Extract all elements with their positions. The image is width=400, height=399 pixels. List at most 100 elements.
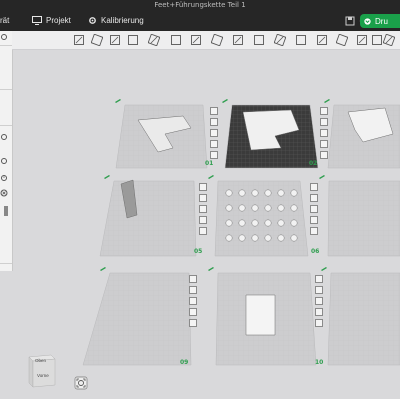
- plate-controls: [199, 183, 208, 238]
- orient-icon[interactable]: [320, 129, 328, 137]
- plate-edit-icon[interactable]: [222, 99, 228, 103]
- add-object-icon[interactable]: [73, 34, 85, 46]
- close-icon[interactable]: [199, 183, 207, 191]
- close-icon[interactable]: [320, 107, 328, 115]
- tab-projekt[interactable]: Projekt: [32, 16, 71, 25]
- layers-icon[interactable]: [127, 34, 139, 46]
- plate-edit-icon[interactable]: [208, 175, 214, 179]
- model-small-part[interactable]: [277, 204, 285, 212]
- model-small-part[interactable]: [225, 234, 233, 242]
- model-small-part[interactable]: [225, 204, 233, 212]
- model-small-part[interactable]: [264, 219, 272, 227]
- model-small-part[interactable]: [251, 219, 259, 227]
- model-small-part[interactable]: [238, 219, 246, 227]
- clock-icon[interactable]: [0, 174, 8, 182]
- view-cube[interactable]: Oben Vorne: [27, 353, 57, 389]
- plate-settings-icon[interactable]: [0, 133, 8, 141]
- save-icon[interactable]: [345, 16, 355, 26]
- model-small-part[interactable]: [225, 219, 233, 227]
- model-small-part[interactable]: [290, 234, 298, 242]
- support-paint-icon[interactable]: [295, 34, 307, 46]
- lock-icon[interactable]: [315, 308, 323, 316]
- lock-icon[interactable]: [189, 308, 197, 316]
- boolean-icon[interactable]: [274, 34, 286, 46]
- model-small-part[interactable]: [264, 234, 272, 242]
- model-small-part[interactable]: [290, 219, 298, 227]
- orient-icon[interactable]: [310, 205, 318, 213]
- model-small-part[interactable]: [251, 189, 259, 197]
- fit-view-icon[interactable]: [74, 376, 88, 390]
- lock-icon[interactable]: [320, 140, 328, 148]
- settings-icon[interactable]: [315, 319, 323, 327]
- filament-icon[interactable]: [0, 157, 8, 165]
- model-small-part[interactable]: [277, 234, 285, 242]
- assembly-icon[interactable]: [383, 34, 395, 46]
- lay-on-face-icon[interactable]: [232, 34, 244, 46]
- plate-edit-icon[interactable]: [324, 99, 330, 103]
- orient-icon[interactable]: [189, 297, 197, 305]
- model-small-part[interactable]: [277, 219, 285, 227]
- rotate-icon[interactable]: [190, 34, 202, 46]
- orient-icon[interactable]: [315, 297, 323, 305]
- model-small-part[interactable]: [264, 204, 272, 212]
- model-small-part[interactable]: [251, 234, 259, 242]
- arrange-icon[interactable]: [199, 194, 207, 202]
- settings-icon[interactable]: [210, 151, 218, 159]
- scale-icon[interactable]: [211, 34, 223, 46]
- plate-icon[interactable]: [109, 34, 121, 46]
- arrange-icon[interactable]: [310, 194, 318, 202]
- arrange-icon[interactable]: [315, 286, 323, 294]
- model-small-part[interactable]: [238, 189, 246, 197]
- plate-edit-icon[interactable]: [104, 175, 110, 179]
- seam-paint-icon[interactable]: [316, 34, 328, 46]
- settings-icon[interactable]: [320, 151, 328, 159]
- measure-icon[interactable]: [371, 34, 383, 46]
- settings-icon[interactable]: [189, 319, 197, 327]
- lock-icon[interactable]: [199, 216, 207, 224]
- color-paint-icon[interactable]: [336, 34, 348, 46]
- plate-edit-icon[interactable]: [100, 267, 106, 271]
- placeholder-icon[interactable]: [148, 34, 160, 46]
- slider-handle[interactable]: [4, 206, 8, 216]
- model-small-part[interactable]: [277, 189, 285, 197]
- model-small-part[interactable]: [290, 189, 298, 197]
- arrange-icon[interactable]: [189, 286, 197, 294]
- menu-item-cut[interactable]: rät: [0, 16, 9, 25]
- close-icon[interactable]: [315, 275, 323, 283]
- plate-number: 09: [180, 359, 189, 366]
- model-spool[interactable]: [245, 294, 276, 336]
- refresh-icon[interactable]: [0, 33, 8, 41]
- move-icon[interactable]: [170, 34, 182, 46]
- model-small-part[interactable]: [225, 189, 233, 197]
- arrange-icon[interactable]: [320, 118, 328, 126]
- monitor-icon: [32, 16, 42, 25]
- lock-icon[interactable]: [310, 216, 318, 224]
- close-icon[interactable]: [310, 183, 318, 191]
- close-icon[interactable]: [189, 275, 197, 283]
- build-plate-canvas[interactable]: 01 02 05 06 09 10: [13, 50, 400, 399]
- model-small-part[interactable]: [264, 189, 272, 197]
- cut-icon[interactable]: [253, 34, 265, 46]
- plate-edit-icon[interactable]: [115, 99, 121, 103]
- grid-arrange-icon[interactable]: [91, 34, 103, 46]
- tab-kalibrierung[interactable]: Kalibrierung: [88, 16, 144, 25]
- model-small-part[interactable]: [238, 204, 246, 212]
- plate-edit-icon[interactable]: [208, 267, 214, 271]
- model-small-part[interactable]: [238, 234, 246, 242]
- orient-icon[interactable]: [210, 129, 218, 137]
- plate-grid-lines: [83, 273, 191, 365]
- model-small-part[interactable]: [251, 204, 259, 212]
- settings-icon[interactable]: [310, 227, 318, 235]
- settings-icon[interactable]: [199, 227, 207, 235]
- print-button[interactable]: Dru: [360, 14, 400, 28]
- close-icon[interactable]: [0, 189, 8, 197]
- plate-edit-icon[interactable]: [319, 175, 325, 179]
- text-icon[interactable]: [356, 34, 368, 46]
- close-icon[interactable]: [210, 107, 218, 115]
- arrange-icon[interactable]: [210, 118, 218, 126]
- plate-edit-icon[interactable]: [321, 267, 327, 271]
- orient-icon[interactable]: [199, 205, 207, 213]
- model-small-part[interactable]: [290, 204, 298, 212]
- lock-icon[interactable]: [210, 140, 218, 148]
- view-cube-front-label: Vorne: [37, 373, 49, 378]
